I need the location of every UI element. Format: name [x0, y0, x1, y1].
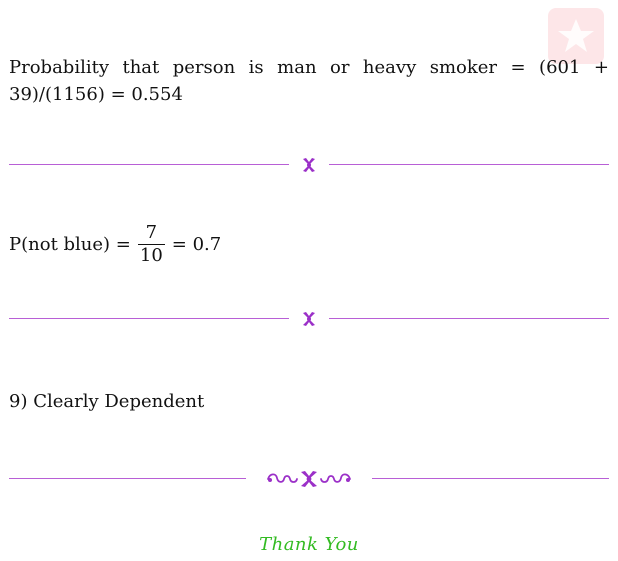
divider-line-left [9, 164, 289, 165]
fleuron-icon [303, 158, 315, 172]
divider-line-right [329, 164, 609, 165]
divider-line-left [9, 478, 246, 479]
final-divider [9, 469, 609, 489]
fraction-numerator: 7 [145, 222, 158, 243]
star-logo-icon [558, 19, 594, 52]
divider-line-right [372, 478, 609, 479]
flourish-ornament-icon [267, 471, 351, 487]
answer-dependence: 9) Clearly Dependent [9, 391, 205, 412]
fraction: 7 10 [137, 222, 165, 267]
closing-message: Thank You [259, 534, 359, 555]
fraction-denominator: 10 [137, 244, 165, 266]
equation-prefix: P(not blue) = [9, 234, 131, 255]
divider-line-right [329, 318, 609, 319]
equation-result: = 0.7 [171, 234, 222, 255]
section-divider [9, 155, 609, 175]
section-divider [9, 309, 609, 329]
answer-not-blue: P(not blue) = 7 10 = 0.7 [9, 222, 609, 267]
divider-line-left [9, 318, 289, 319]
answer-man-or-heavy-smoker: Probability that person is man or heavy … [9, 57, 609, 105]
fleuron-icon [303, 312, 315, 326]
